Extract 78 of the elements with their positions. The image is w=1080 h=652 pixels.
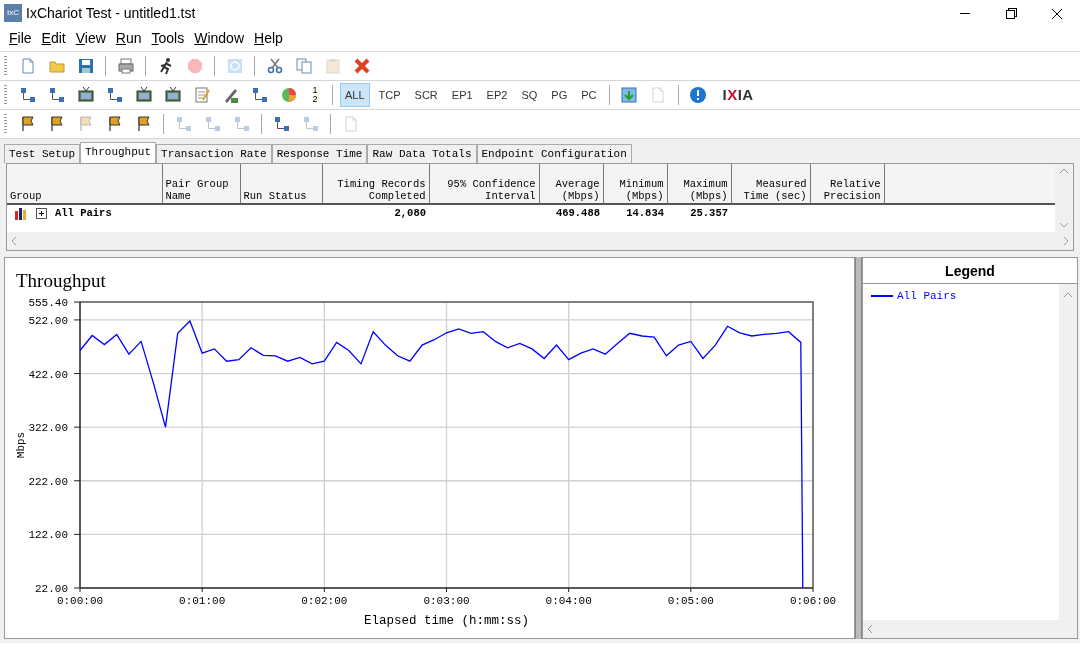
toolbar-gripper[interactable]	[4, 114, 7, 134]
scroll-right-icon[interactable]	[1063, 236, 1069, 246]
horizontal-scrollbar[interactable]	[7, 232, 1073, 250]
axis-tick-label: 0:03:00	[423, 595, 470, 607]
column-header[interactable]: Maximum (Mbps)	[667, 164, 731, 204]
column-header[interactable]: Group	[7, 164, 162, 204]
chart-title: Throughput	[16, 270, 106, 291]
axis-title: Elapsed time (h:mm:ss)	[364, 614, 529, 628]
axis-tick-label: 555.40	[28, 297, 68, 309]
scroll-left-icon[interactable]	[11, 236, 17, 246]
filter-button[interactable]: EP2	[481, 83, 513, 107]
column-header[interactable]: 95% Confidence Interval	[429, 164, 539, 204]
filter-button[interactable]: PG	[546, 83, 573, 107]
table-cell: 25.357	[667, 204, 731, 223]
expand-icon[interactable]	[36, 208, 47, 220]
filter-button[interactable]: SQ	[516, 83, 543, 107]
axis-tick-label: 0:06:00	[789, 595, 837, 607]
filter-button[interactable]: PC	[576, 83, 602, 107]
tab[interactable]: Endpoint Configuration	[476, 144, 632, 163]
axis-title: Mbps	[15, 431, 27, 459]
menu-item[interactable]: Edit	[36, 26, 71, 51]
group-name: All Pairs	[55, 206, 112, 221]
axis-tick-label: 0:04:00	[545, 595, 592, 607]
tab[interactable]: Raw Data Totals	[367, 144, 477, 163]
legend-swatch	[871, 295, 893, 298]
tab[interactable]: Response Time	[271, 144, 368, 163]
axis-tick-label: 222.00	[28, 475, 68, 488]
brand-logo: IXIA	[722, 84, 754, 105]
filter-button[interactable]: SCR	[409, 83, 443, 107]
splitter[interactable]	[855, 257, 862, 639]
scroll-up-icon[interactable]	[1059, 168, 1070, 174]
horizontal-scrollbar[interactable]	[863, 620, 1059, 638]
column-header[interactable]: Minimum (Mbps)	[603, 164, 667, 204]
filter-button[interactable]: EP1	[446, 83, 478, 107]
tab[interactable]: Throughput	[80, 142, 157, 163]
app-logo: IxC	[4, 4, 22, 22]
axis-tick-label: 0:00:00	[56, 595, 104, 607]
toolbar-gripper[interactable]	[4, 85, 7, 105]
tab[interactable]: Test Setup	[4, 144, 80, 163]
scroll-left-icon[interactable]	[867, 624, 873, 634]
column-header[interactable]: Average (Mbps)	[539, 164, 603, 204]
axis-tick-label: 522.00	[28, 314, 68, 327]
legend-title: Legend	[863, 258, 1077, 284]
column-header[interactable]: Timing Records Completed	[322, 164, 429, 204]
tab[interactable]: Transaction Rate	[156, 144, 272, 163]
table-cell: 14.834	[603, 204, 667, 223]
axis-tick-label: 0:02:00	[301, 595, 348, 607]
column-header[interactable]: Relative Precision	[810, 164, 884, 204]
close-icon	[1052, 8, 1062, 19]
scroll-up-icon[interactable]	[1063, 292, 1073, 298]
menu-item[interactable]: File	[4, 26, 37, 51]
window-title: IxChariot Test - untitled1.tst	[26, 3, 197, 23]
menu-item[interactable]: Tools	[146, 26, 190, 51]
maximize-icon	[1005, 8, 1017, 20]
axis-tick-label: 322.00	[28, 422, 68, 435]
axis-tick-label: 0:05:00	[667, 595, 714, 607]
scroll-down-icon[interactable]	[1059, 222, 1070, 228]
table-cell: 2,080	[322, 204, 429, 223]
table-cell: 469.488	[539, 204, 603, 223]
bar-chart-icon	[14, 207, 28, 221]
vertical-scrollbar[interactable]	[1055, 164, 1073, 232]
column-header[interactable]: Measured Time (sec)	[731, 164, 810, 204]
axis-tick-label: 0:01:00	[179, 595, 226, 607]
toolbar-gripper[interactable]	[4, 56, 7, 76]
menu-item[interactable]: View	[70, 26, 111, 51]
column-header[interactable]: Pair Group Name	[162, 164, 240, 204]
minimize-icon	[960, 13, 970, 15]
menu-item[interactable]: Help	[249, 26, 288, 51]
menu-item[interactable]: Run	[110, 26, 147, 51]
vertical-scrollbar[interactable]	[1059, 284, 1077, 638]
axis-tick-label: 422.00	[28, 368, 68, 381]
filter-button[interactable]: TCP	[373, 83, 406, 107]
column-header[interactable]: Run Status	[240, 164, 322, 204]
legend-label: All Pairs	[897, 289, 957, 304]
filter-button[interactable]: ALL	[340, 83, 370, 107]
axis-tick-label: 122.00	[28, 529, 68, 542]
axis-tick-label: 22.00	[35, 583, 68, 595]
menu-item[interactable]: Window	[189, 26, 250, 51]
